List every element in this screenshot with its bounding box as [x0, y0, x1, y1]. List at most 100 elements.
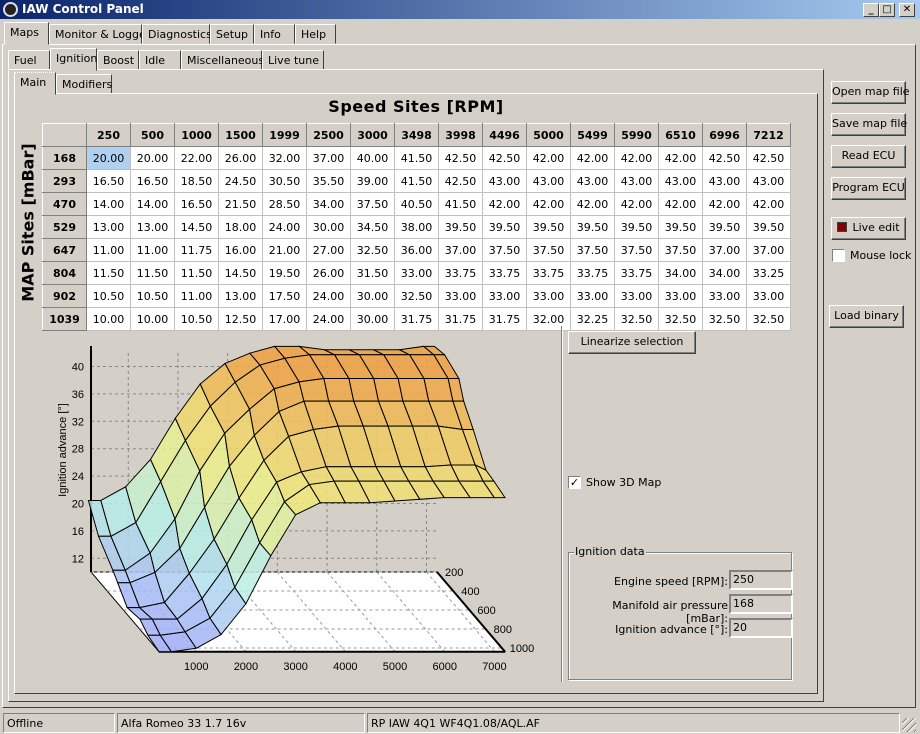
- rpm-header[interactable]: 1999: [262, 123, 307, 147]
- map-cell[interactable]: 33.00: [394, 261, 439, 285]
- map-cell[interactable]: 42.00: [614, 146, 659, 170]
- map-cell[interactable]: 42.50: [438, 146, 483, 170]
- save-map-file-button[interactable]: Save map file: [831, 113, 907, 136]
- map-cell[interactable]: 37.50: [658, 238, 703, 262]
- map-cell[interactable]: 42.00: [526, 146, 571, 170]
- tab-idle[interactable]: Idle: [139, 50, 181, 70]
- checkbox[interactable]: [832, 249, 845, 262]
- rpm-header[interactable]: 1500: [218, 123, 263, 147]
- map-cell[interactable]: 33.25: [746, 261, 791, 285]
- open-map-file-button[interactable]: Open map file: [831, 81, 910, 104]
- tab-main[interactable]: Main: [14, 72, 56, 95]
- map-cell[interactable]: 32.50: [746, 307, 791, 331]
- map-cell[interactable]: 39.50: [526, 215, 571, 239]
- map-cell[interactable]: 21.50: [218, 192, 263, 216]
- map-cell[interactable]: 26.00: [306, 261, 351, 285]
- map-cell[interactable]: 17.50: [262, 284, 307, 308]
- map-cell[interactable]: 22.00: [174, 146, 219, 170]
- map-cell[interactable]: 18.00: [218, 215, 263, 239]
- map-cell[interactable]: 37.50: [350, 192, 395, 216]
- tab-live-tune[interactable]: Live tune: [262, 50, 324, 70]
- tab-info[interactable]: Info: [254, 24, 295, 44]
- map-cell[interactable]: 37.00: [746, 238, 791, 262]
- map-cell[interactable]: 42.50: [702, 146, 747, 170]
- map-cell[interactable]: 11.00: [130, 238, 175, 262]
- map-cell[interactable]: 30.00: [350, 284, 395, 308]
- map-cell[interactable]: 13.00: [86, 215, 131, 239]
- map-cell[interactable]: 32.50: [394, 284, 439, 308]
- map-cell[interactable]: 16.50: [130, 169, 175, 193]
- map-cell[interactable]: 39.50: [746, 215, 791, 239]
- map-cell[interactable]: 35.50: [306, 169, 351, 193]
- map-cell[interactable]: 11.50: [174, 261, 219, 285]
- map-header[interactable]: 529: [42, 215, 87, 239]
- mouse-lock-checkbox[interactable]: Mouse lock: [832, 249, 911, 262]
- map-cell[interactable]: 33.75: [614, 261, 659, 285]
- map-cell[interactable]: 32.00: [262, 146, 307, 170]
- map-cell[interactable]: 32.50: [350, 238, 395, 262]
- map-cell[interactable]: 43.00: [614, 169, 659, 193]
- rpm-header[interactable]: 5990: [614, 123, 659, 147]
- map-cell[interactable]: 42.00: [658, 192, 703, 216]
- map-cell[interactable]: 40.00: [350, 146, 395, 170]
- map-cell[interactable]: 16.50: [86, 169, 131, 193]
- map-cell[interactable]: 43.00: [482, 169, 527, 193]
- rpm-header[interactable]: 3000: [350, 123, 395, 147]
- map-cell[interactable]: 24.00: [306, 284, 351, 308]
- rpm-header[interactable]: 3998: [438, 123, 483, 147]
- load-binary-button[interactable]: Load binary: [829, 305, 904, 328]
- map-cell[interactable]: 11.50: [86, 261, 131, 285]
- map-cell[interactable]: 37.50: [614, 238, 659, 262]
- map-cell[interactable]: 39.50: [702, 215, 747, 239]
- map-cell[interactable]: 42.50: [746, 146, 791, 170]
- map-cell[interactable]: 41.50: [394, 146, 439, 170]
- map-cell[interactable]: 30.00: [306, 215, 351, 239]
- map-cell[interactable]: 30.50: [262, 169, 307, 193]
- map-cell[interactable]: 33.00: [658, 284, 703, 308]
- map-cell[interactable]: 42.50: [438, 169, 483, 193]
- map-cell[interactable]: 28.50: [262, 192, 307, 216]
- linearize-selection-button[interactable]: Linearize selection: [568, 331, 696, 354]
- map-cell[interactable]: 37.00: [306, 146, 351, 170]
- map-cell[interactable]: 33.00: [614, 284, 659, 308]
- map-cell[interactable]: 32.25: [570, 307, 615, 331]
- map-cell[interactable]: 14.50: [174, 215, 219, 239]
- map-cell[interactable]: 39.50: [438, 215, 483, 239]
- map-cell[interactable]: 27.00: [306, 238, 351, 262]
- tab-monitor-logger[interactable]: Monitor & Logger: [49, 24, 150, 44]
- map-cell[interactable]: 39.50: [570, 215, 615, 239]
- map-cell[interactable]: 42.00: [526, 192, 571, 216]
- map-cell[interactable]: 10.50: [130, 284, 175, 308]
- map-cell[interactable]: 33.00: [746, 284, 791, 308]
- read-ecu-button[interactable]: Read ECU: [831, 145, 906, 168]
- ignition-3d-plot[interactable]: 12 16 20 24 28 32 36 40 1000 2000 3000 4000 5000 6000…: [42, 326, 560, 682]
- map-cell[interactable]: 39.50: [658, 215, 703, 239]
- map-cell[interactable]: 37.00: [438, 238, 483, 262]
- map-cell[interactable]: 13.00: [130, 215, 175, 239]
- map-cell[interactable]: 20.00: [130, 146, 175, 170]
- rpm-header[interactable]: 2500: [306, 123, 351, 147]
- map-cell[interactable]: 33.00: [702, 284, 747, 308]
- rpm-header[interactable]: 6996: [702, 123, 747, 147]
- map-header[interactable]: 470: [42, 192, 87, 216]
- map-header[interactable]: 293: [42, 169, 87, 193]
- ignition-map-table[interactable]: 250 500 1000 1500 1999 2500 3000 3498 3998 4496 50…: [42, 123, 791, 331]
- map-cell[interactable]: 42.00: [482, 192, 527, 216]
- map-cell[interactable]: 39.50: [482, 215, 527, 239]
- map-cell[interactable]: 42.00: [702, 192, 747, 216]
- rpm-header[interactable]: 250: [86, 123, 131, 147]
- map-cell[interactable]: 11.75: [174, 238, 219, 262]
- map-cell[interactable]: 43.00: [746, 169, 791, 193]
- map-cell[interactable]: 37.00: [702, 238, 747, 262]
- map-cell[interactable]: 24.50: [218, 169, 263, 193]
- program-ecu-button[interactable]: Program ECU: [831, 177, 906, 200]
- map-cell[interactable]: 33.75: [570, 261, 615, 285]
- map-cell[interactable]: 33.00: [438, 284, 483, 308]
- map-cell[interactable]: 14.50: [218, 261, 263, 285]
- map-cell[interactable]: 32.50: [614, 307, 659, 331]
- tab-miscellaneous[interactable]: Miscellaneous: [181, 50, 264, 70]
- map-cell[interactable]: 42.00: [746, 192, 791, 216]
- minimize-button[interactable]: _: [863, 3, 879, 17]
- tab-fuel[interactable]: Fuel: [8, 50, 50, 70]
- tab-ignition[interactable]: Ignition: [50, 48, 97, 71]
